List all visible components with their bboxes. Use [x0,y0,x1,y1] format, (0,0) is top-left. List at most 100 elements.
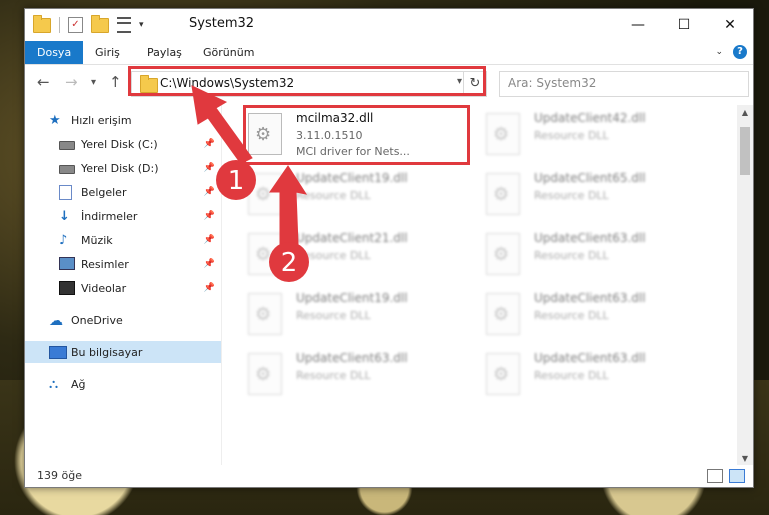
scroll-up-icon[interactable]: ▲ [737,105,753,121]
file-description: Resource DLL [534,309,609,322]
status-bar: 139 öğe [25,465,753,487]
file-item[interactable]: UpdateClient63.dll Resource DLL [486,291,706,343]
sidebar-item-onedrive[interactable]: ☁ OneDrive [25,309,221,331]
pin-icon[interactable]: 📌 [204,187,215,197]
dll-file-icon [248,233,282,275]
file-item[interactable]: UpdateClient63.dll Resource DLL [248,351,468,403]
network-icon: ⛬ [49,377,59,392]
pin-icon[interactable]: 📌 [204,211,215,221]
file-name: UpdateClient65.dll [534,171,646,185]
window-title: System32 [189,16,255,31]
sidebar-item-documents[interactable]: Belgeler 📌 [25,181,221,203]
ribbon-tabs: Dosya Giriş Paylaş Görünüm ⌄ ? [25,41,753,65]
file-description: Resource DLL [534,369,609,382]
folder-icon[interactable] [33,14,51,33]
sidebar-item-label: Yerel Disk (C:) [81,137,158,151]
file-item[interactable]: UpdateClient21.dll Resource DLL [248,231,468,283]
sidebar-item-music[interactable]: ♪ Müzik 📌 [25,229,221,251]
close-button[interactable]: ✕ [707,9,753,41]
pin-icon[interactable]: 📌 [204,283,215,293]
file-item[interactable]: UpdateClient19.dll Resource DLL [248,291,468,343]
dll-file-icon [248,293,282,335]
sidebar-item-label: Videolar [81,281,127,295]
file-description: Resource DLL [534,129,609,142]
file-item[interactable]: UpdateClient19.dll Resource DLL [248,171,468,223]
sidebar-item-label: Belgeler [81,185,127,199]
file-item[interactable]: UpdateClient42.dll Resource DLL [486,111,706,163]
title-bar: ✓ ▾ System32 — ☐ ✕ [25,9,753,41]
tab-view[interactable]: Görünüm [191,41,266,64]
new-folder-icon[interactable] [91,14,109,33]
file-name: UpdateClient21.dll [296,231,408,245]
pin-icon[interactable]: 📌 [204,139,215,149]
sidebar-item-quick-access[interactable]: ★ Hızlı erişim [25,109,221,131]
view-icon[interactable] [117,17,131,33]
sidebar-item-local-disk-d[interactable]: Yerel Disk (D:) 📌 [25,157,221,179]
computer-icon [49,345,67,359]
pin-icon[interactable]: 📌 [204,163,215,173]
file-name: UpdateClient19.dll [296,291,408,305]
scroll-thumb[interactable] [740,127,750,175]
file-name: UpdateClient19.dll [296,171,408,185]
ribbon-right-controls: ⌄ ? [715,45,747,59]
navigation-pane: ★ Hızlı erişim Yerel Disk (C:) 📌 Yerel D… [25,105,222,467]
sidebar-item-label: İndirmeler [81,209,138,223]
file-highlight-box [243,105,470,165]
properties-icon[interactable]: ✓ [68,17,83,33]
file-description: Resource DLL [534,189,609,202]
search-input[interactable]: Ara: System32 [499,71,749,97]
sidebar-item-network[interactable]: ⛬ Ağ [25,373,221,395]
star-icon: ★ [49,113,61,128]
window-controls: — ☐ ✕ [615,9,753,41]
sidebar-item-label: Ağ [71,377,86,391]
item-count: 139 öğe [37,469,82,482]
expand-ribbon-icon[interactable]: ⌄ [715,47,723,57]
file-name: UpdateClient63.dll [534,351,646,365]
cloud-icon: ☁ [49,313,63,329]
tiles-view-icon[interactable] [729,469,745,483]
file-item[interactable]: UpdateClient63.dll Resource DLL [486,231,706,283]
file-description: Resource DLL [296,249,371,262]
tab-file[interactable]: Dosya [25,41,84,64]
file-name: UpdateClient42.dll [534,111,646,125]
file-item[interactable]: UpdateClient63.dll Resource DLL [486,351,706,403]
back-arrow-icon[interactable]: ← [37,73,50,91]
forward-arrow-icon[interactable]: → [65,73,78,91]
drive-icon [59,161,75,175]
chevron-down-icon[interactable]: ▾ [139,20,144,30]
file-name: UpdateClient63.dll [534,231,646,245]
file-description: Resource DLL [296,309,371,322]
maximize-button[interactable]: ☐ [661,9,707,41]
dll-file-icon [486,353,520,395]
pin-icon[interactable]: 📌 [204,259,215,269]
pin-icon[interactable]: 📌 [204,235,215,245]
sidebar-item-label: Hızlı erişim [71,113,132,127]
minimize-button[interactable]: — [615,9,661,41]
tab-home[interactable]: Giriş [83,41,132,64]
pictures-icon [59,257,75,271]
sidebar-item-label: Bu bilgisayar [71,345,143,359]
up-arrow-icon[interactable]: ↑ [109,73,122,91]
vertical-scrollbar[interactable]: ▲ ▼ [737,105,753,467]
file-name: UpdateClient63.dll [534,291,646,305]
sidebar-item-label: Resimler [81,257,129,271]
tab-share[interactable]: Paylaş [135,41,194,64]
help-icon[interactable]: ? [733,45,747,59]
sidebar-item-this-pc[interactable]: Bu bilgisayar [25,341,221,363]
file-description: Resource DLL [534,249,609,262]
file-description: Resource DLL [296,189,371,202]
drive-icon [59,137,75,151]
download-icon: ↓ [59,209,70,224]
file-name: UpdateClient63.dll [296,351,408,365]
sidebar-item-downloads[interactable]: ↓ İndirmeler 📌 [25,205,221,227]
sidebar-item-label: Yerel Disk (D:) [81,161,159,175]
sidebar-item-label: OneDrive [71,313,123,327]
sidebar-item-videos[interactable]: Videolar 📌 [25,277,221,299]
file-item[interactable]: UpdateClient65.dll Resource DLL [486,171,706,223]
details-view-icon[interactable] [707,469,723,483]
dll-file-icon [248,173,282,215]
recent-locations-icon[interactable]: ▾ [91,77,96,88]
sidebar-item-pictures[interactable]: Resimler 📌 [25,253,221,275]
sidebar-item-local-disk-c[interactable]: Yerel Disk (C:) 📌 [25,133,221,155]
view-toggle [707,469,745,483]
